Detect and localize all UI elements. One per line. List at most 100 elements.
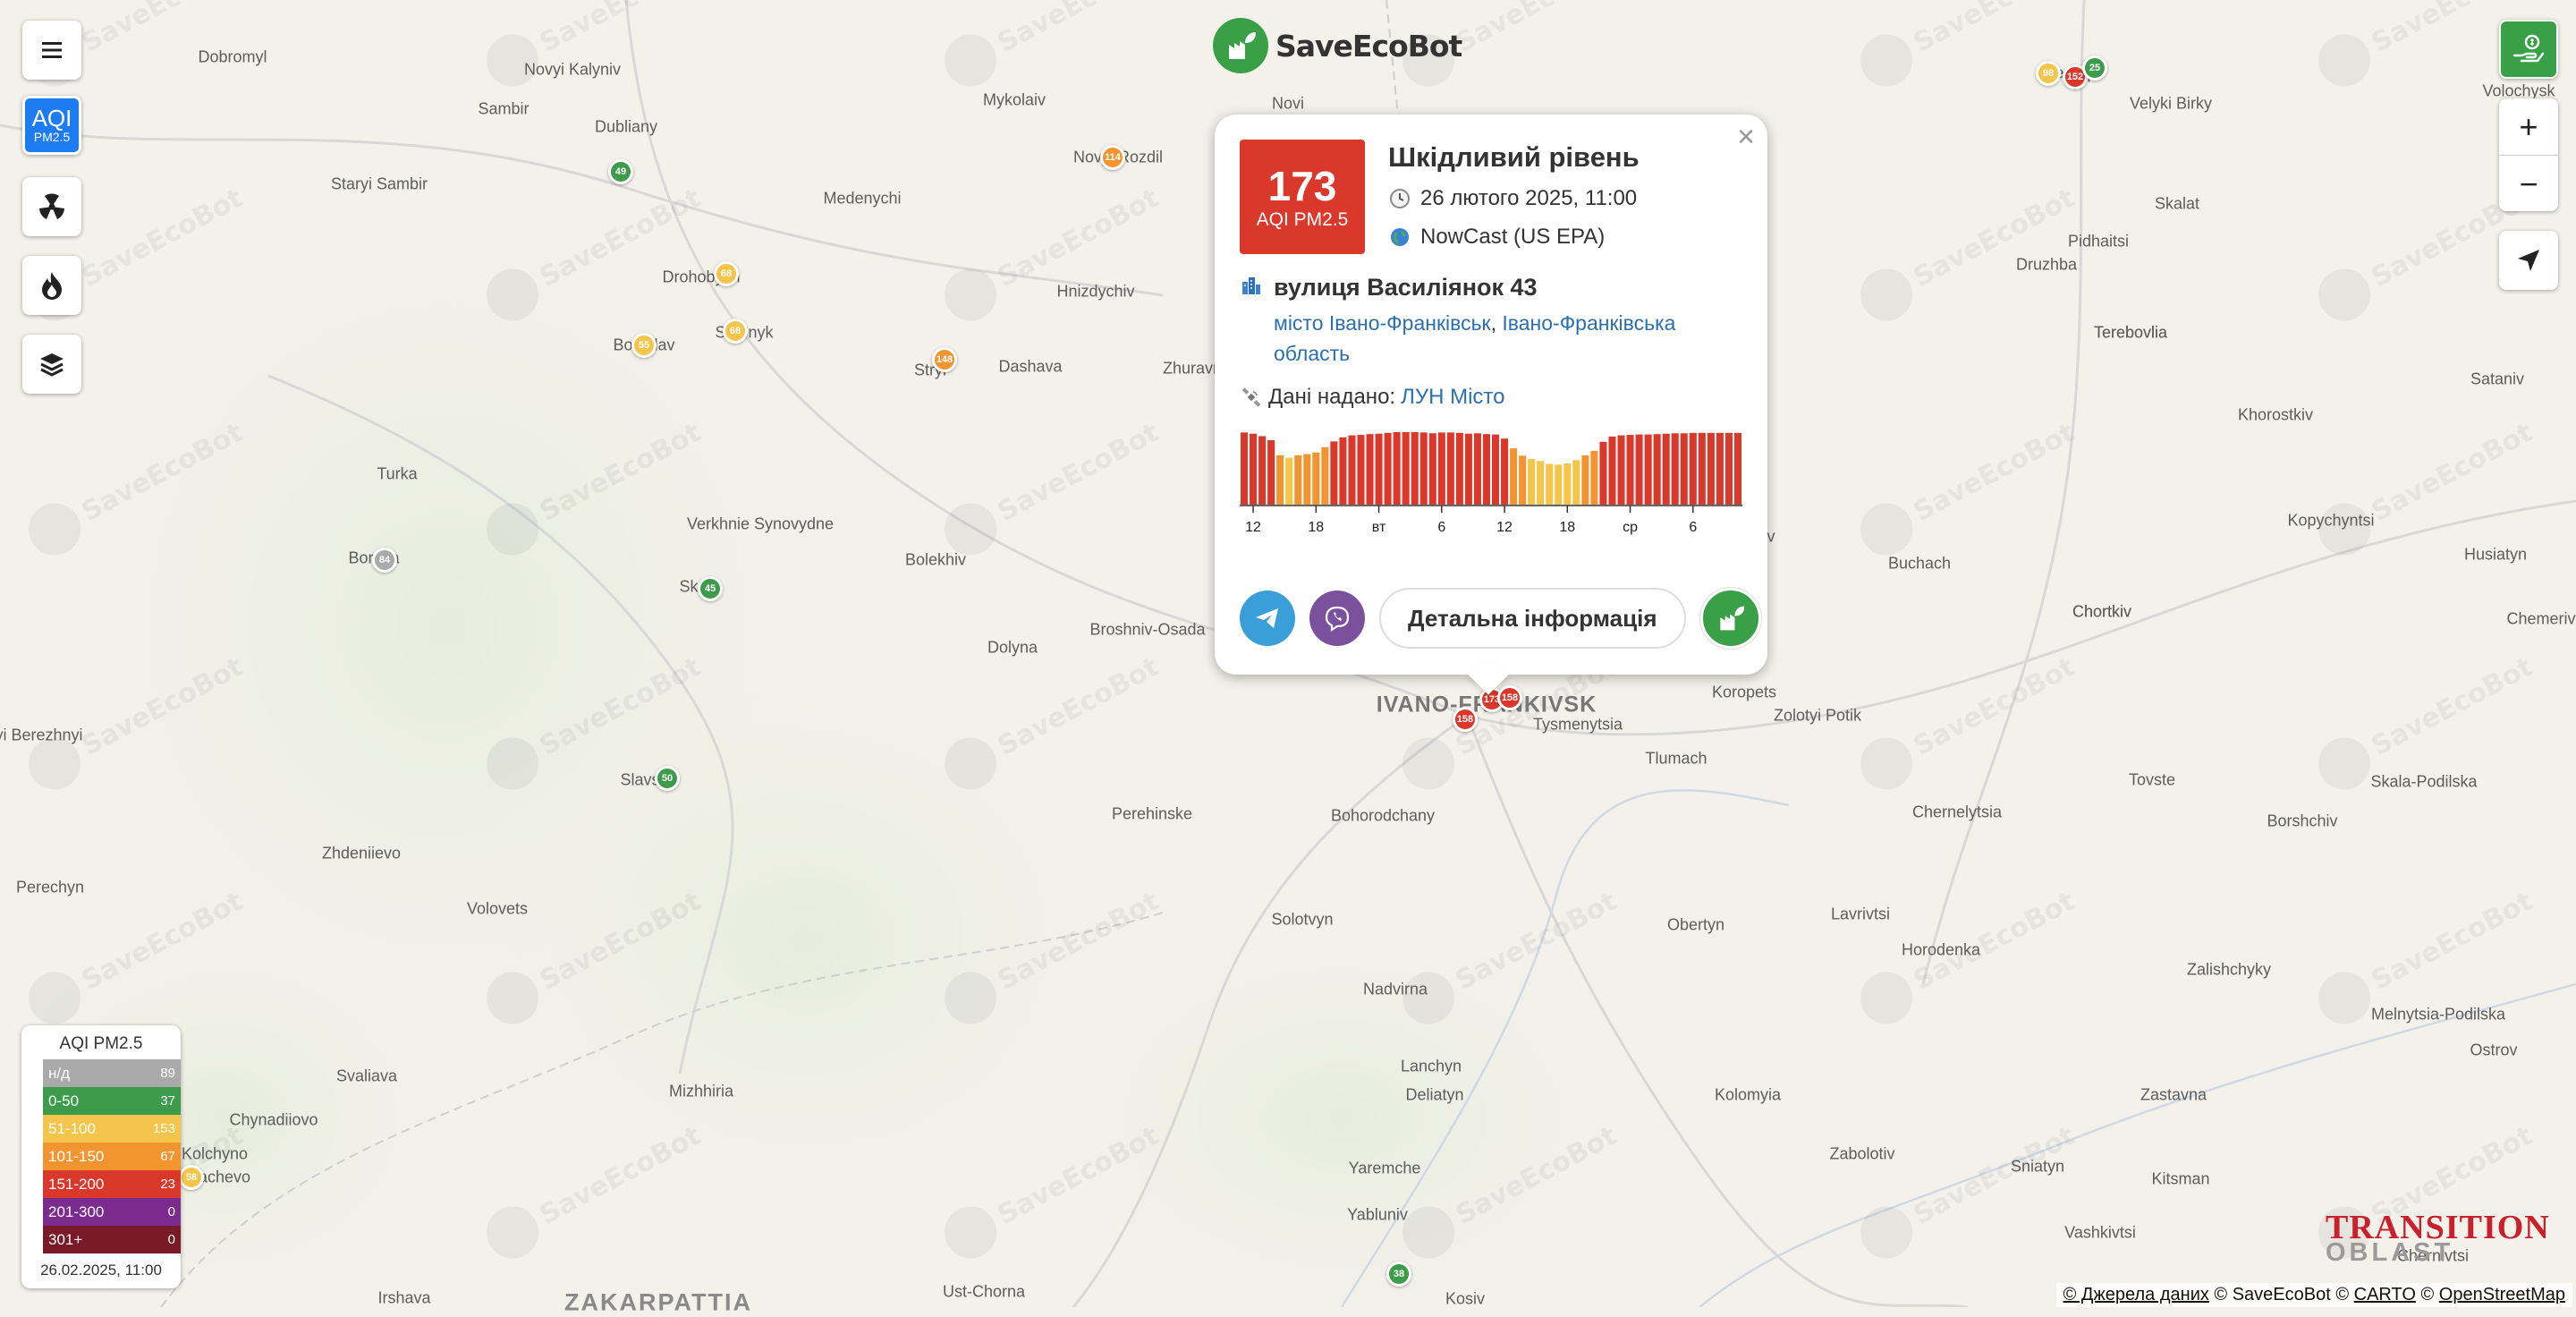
chart-bar[interactable] <box>1563 463 1572 505</box>
chart-bar[interactable] <box>1546 463 1554 505</box>
station-marker[interactable]: 58 <box>179 1165 204 1190</box>
chart-bar[interactable] <box>1581 455 1589 505</box>
chart-bar[interactable] <box>1707 432 1715 505</box>
chart-bar[interactable] <box>1519 455 1527 505</box>
place-label: Kolchyno <box>181 1144 249 1163</box>
radiation-layer-button[interactable] <box>22 177 81 236</box>
donate-button[interactable] <box>2499 20 2558 79</box>
chart-bar[interactable] <box>1733 432 1741 505</box>
layers-button[interactable] <box>22 335 81 394</box>
brand-logo[interactable]: SaveEcoBot <box>1213 18 1462 73</box>
chart-bar[interactable] <box>1366 434 1374 505</box>
provider-row: Дані надано: ЛУН Місто <box>1240 385 1504 410</box>
data-sources-link[interactable]: © Джерела даних <box>2063 1285 2209 1304</box>
chart-bar[interactable] <box>1446 432 1454 505</box>
chart-bar[interactable] <box>1473 433 1481 505</box>
chart-bar[interactable] <box>1428 433 1436 505</box>
station-marker[interactable]: 148 <box>932 347 957 372</box>
chart-bar[interactable] <box>1599 441 1607 505</box>
chart-bar[interactable] <box>1250 433 1258 505</box>
chart-bar[interactable] <box>1626 435 1634 505</box>
chart-bar[interactable] <box>1635 434 1643 505</box>
chart-bar[interactable] <box>1689 432 1697 505</box>
station-marker[interactable]: 38 <box>1386 1262 1411 1287</box>
chart-bar[interactable] <box>1724 432 1733 505</box>
chart-bar[interactable] <box>1482 434 1490 505</box>
chart-bar[interactable] <box>1437 432 1445 505</box>
locate-me-button[interactable] <box>2499 231 2558 290</box>
chart-tick-label: 6 <box>1689 520 1697 535</box>
chart-bar[interactable] <box>1402 431 1410 505</box>
chart-bar[interactable] <box>1330 441 1338 505</box>
chart-bar[interactable] <box>1384 432 1392 505</box>
chart-bar[interactable] <box>1555 464 1563 505</box>
chart-tick-label: вт <box>1372 520 1386 535</box>
chart-bar[interactable] <box>1375 433 1383 505</box>
telegram-button[interactable] <box>1240 591 1295 646</box>
chart-bar[interactable] <box>1572 460 1580 505</box>
chart-bar[interactable] <box>1590 450 1598 505</box>
chart-bar[interactable] <box>1348 435 1356 505</box>
chart-bar[interactable] <box>1662 433 1670 505</box>
chart-bar[interactable] <box>1492 434 1500 505</box>
place-label: Kosiv <box>1445 1289 1486 1308</box>
chart-bar[interactable] <box>1617 435 1625 505</box>
fire-layer-button[interactable] <box>22 256 81 315</box>
popup-close-button[interactable]: × <box>1737 120 1755 155</box>
station-marker[interactable]: 25 <box>2082 55 2107 81</box>
zoom-in-button[interactable]: + <box>2499 98 2558 156</box>
station-marker[interactable]: 98 <box>2036 61 2061 86</box>
station-marker[interactable]: 158 <box>1453 707 1478 732</box>
station-marker[interactable]: 49 <box>608 159 633 184</box>
chart-bar[interactable] <box>1510 448 1518 505</box>
details-button[interactable]: Детальна інформація <box>1379 588 1686 649</box>
chart-bar[interactable] <box>1312 452 1320 505</box>
chart-bar[interactable] <box>1501 438 1509 505</box>
chart-bar[interactable] <box>1357 435 1365 505</box>
station-marker[interactable]: 50 <box>655 766 680 791</box>
brand-name: SaveEcoBot <box>1275 28 1462 64</box>
carto-link[interactable]: CARTO <box>2354 1285 2416 1304</box>
chart-bar[interactable] <box>1393 431 1401 505</box>
chart-bar[interactable] <box>1464 433 1472 505</box>
chart-bar[interactable] <box>1294 455 1302 505</box>
chart-bar[interactable] <box>1653 434 1661 505</box>
chart-bar[interactable] <box>1285 457 1293 505</box>
chart-bar[interactable] <box>1419 432 1428 505</box>
viber-button[interactable] <box>1309 591 1365 646</box>
provider-link[interactable]: ЛУН Місто <box>1401 385 1504 410</box>
station-marker[interactable]: 45 <box>698 576 723 601</box>
station-marker[interactable]: 68 <box>723 319 748 344</box>
chart-bar[interactable] <box>1267 440 1275 505</box>
chart-bar[interactable] <box>1455 432 1463 505</box>
chart-bar[interactable] <box>1276 455 1284 505</box>
legend-count: 37 <box>160 1093 175 1109</box>
chart-bar[interactable] <box>1716 432 1724 505</box>
chart-bar[interactable] <box>1537 461 1545 505</box>
menu-button[interactable] <box>22 21 81 80</box>
chart-bar[interactable] <box>1680 433 1688 505</box>
chart-bar[interactable] <box>1303 454 1311 505</box>
chart-bar[interactable] <box>1644 434 1652 505</box>
chart-bar[interactable] <box>1608 436 1616 505</box>
station-marker[interactable]: 114 <box>1100 145 1125 170</box>
station-marker[interactable]: 158 <box>1497 685 1522 710</box>
zoom-out-button[interactable]: − <box>2499 156 2558 211</box>
chart-bar[interactable] <box>1671 433 1679 505</box>
osm-link[interactable]: OpenStreetMap <box>2439 1285 2565 1304</box>
saveecobot-button[interactable] <box>1699 588 1761 649</box>
aqi-layer-toggle[interactable]: AQI PM2.5 <box>22 96 81 155</box>
legend-row: 51-100 153 <box>43 1115 181 1143</box>
chart-bar[interactable] <box>1339 437 1347 505</box>
chart-bar[interactable] <box>1258 436 1267 505</box>
chart-bar[interactable] <box>1411 431 1419 505</box>
chart-bar[interactable] <box>1321 446 1329 505</box>
station-marker[interactable]: 55 <box>631 333 657 358</box>
station-marker[interactable]: 68 <box>714 261 739 286</box>
station-marker[interactable]: 84 <box>372 548 397 573</box>
chart-bar[interactable] <box>1528 458 1536 505</box>
city-link[interactable]: місто Івано-Франківськ <box>1274 311 1491 335</box>
chart-bar[interactable] <box>1241 432 1249 505</box>
place-label: Mykolaiv <box>982 90 1046 109</box>
chart-bar[interactable] <box>1698 432 1706 505</box>
